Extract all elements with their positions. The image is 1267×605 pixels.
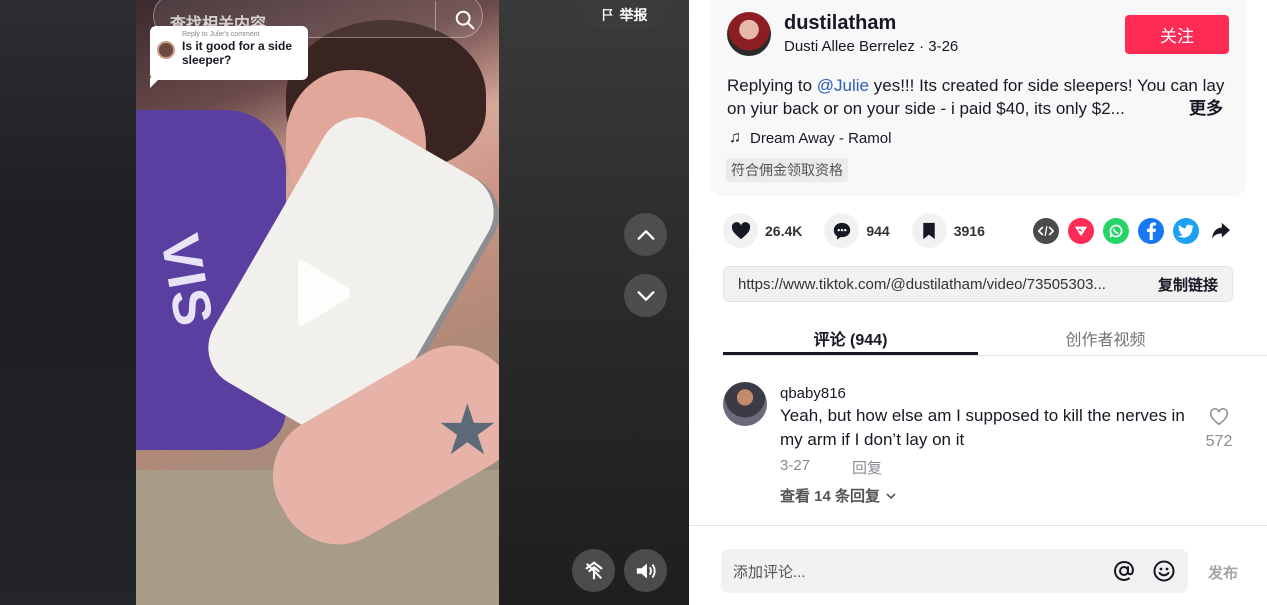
- report-label: 举报: [619, 7, 648, 23]
- tab-comments[interactable]: 评论 (944): [723, 318, 978, 355]
- more-button[interactable]: 更多: [1183, 97, 1223, 120]
- avatar[interactable]: [727, 12, 771, 56]
- commission-tag: 符合佣金领取资格: [726, 158, 848, 182]
- post-date: 3-26: [928, 38, 959, 55]
- play-icon[interactable]: [292, 258, 352, 328]
- pip-icon: [585, 560, 602, 579]
- tab-creator-videos[interactable]: 创作者视频: [978, 318, 1233, 355]
- comment-button[interactable]: 944: [824, 213, 890, 248]
- subline-separator: ·: [914, 38, 929, 55]
- like-count: 26.4K: [765, 222, 803, 239]
- reply-text: Is it good for a side sleeper?: [182, 39, 293, 67]
- search-divider: [435, 1, 436, 31]
- post-button[interactable]: 发布: [1208, 562, 1238, 583]
- author-username[interactable]: dustilatham: [784, 12, 896, 35]
- commenter-avatar[interactable]: [723, 382, 767, 426]
- star-tattoo: ★: [436, 391, 499, 469]
- share-arrow-icon[interactable]: [1208, 218, 1234, 244]
- floating-player-button[interactable]: [572, 549, 615, 592]
- video-player[interactable]: VIS ★ 查找相关内容 Reply to Julie's comment Is…: [0, 0, 689, 605]
- twitter-icon[interactable]: [1173, 218, 1199, 244]
- view-replies-button[interactable]: 查看 14 条回复: [780, 485, 897, 506]
- chevron-down-icon: [886, 492, 896, 499]
- report-button[interactable]: 举报: [581, 0, 667, 30]
- author-display-name: Dusti Allee Berrelez: [784, 38, 915, 55]
- previous-video-button[interactable]: [624, 213, 667, 256]
- comment-count: 944: [866, 222, 890, 239]
- commenter-username[interactable]: qbaby816: [780, 385, 846, 402]
- view-replies-label: 查看 14 条回复: [780, 488, 881, 505]
- comment-input[interactable]: 添加评论...: [721, 549, 1188, 593]
- save-button[interactable]: 3916: [911, 213, 985, 248]
- reply-button[interactable]: 回复: [852, 457, 882, 478]
- bookmark-icon: [911, 213, 947, 248]
- description-card: dustilatham Dusti Allee Berrelez · 3-26 …: [710, 0, 1246, 196]
- comment-date: 3-27: [780, 457, 811, 474]
- volume-icon: [636, 563, 656, 578]
- save-count: 3916: [953, 222, 985, 239]
- next-video-button[interactable]: [624, 274, 667, 317]
- music-link[interactable]: ♫ Dream Away - Ramol: [729, 129, 891, 147]
- reply-caption: Reply to Julie's comment: [182, 31, 260, 38]
- share-row: [1033, 218, 1234, 244]
- chevron-down-icon: [637, 290, 654, 301]
- stats-row: 26.4K 944 3916: [723, 213, 1007, 248]
- whatsapp-icon[interactable]: [1103, 218, 1129, 244]
- like-button[interactable]: 26.4K: [723, 213, 802, 248]
- comment-tabs: 评论 (944) 创作者视频: [723, 318, 1267, 356]
- comment-bubble-icon: [824, 213, 860, 248]
- author-subline: Dusti Allee Berrelez · 3-26: [784, 38, 958, 55]
- emoji-icon[interactable]: [1152, 559, 1176, 583]
- comment-like-button[interactable]: 572: [1199, 408, 1239, 451]
- flag-icon: [602, 8, 613, 22]
- share-link-box: https://www.tiktok.com/@dustilatham/vide…: [723, 266, 1233, 302]
- comment-meta: 3-27 回复: [780, 457, 882, 478]
- video-blur-background-left: [0, 0, 136, 605]
- video-link[interactable]: https://www.tiktok.com/@dustilatham/vide…: [738, 276, 1148, 293]
- mention-link[interactable]: @Julie: [817, 76, 869, 95]
- details-panel: dustilatham Dusti Allee Berrelez · 3-26 …: [689, 0, 1267, 605]
- comment-composer: 添加评论... 发布: [689, 525, 1267, 605]
- comment-placeholder: 添加评论...: [733, 563, 806, 581]
- copy-link-button[interactable]: 复制链接: [1158, 274, 1218, 295]
- send-to-friends-icon[interactable]: [1068, 218, 1094, 244]
- chevron-up-icon: [637, 229, 654, 240]
- video-caption: Replying to @Julie yes!!! Its created fo…: [727, 74, 1227, 120]
- volume-button[interactable]: [624, 549, 667, 592]
- embed-icon[interactable]: [1033, 218, 1059, 244]
- music-title: Dream Away - Ramol: [750, 129, 892, 147]
- heart-outline-icon: [1210, 408, 1228, 426]
- mention-icon[interactable]: [1112, 559, 1136, 583]
- comment-like-count: 572: [1205, 433, 1233, 450]
- search-icon[interactable]: [448, 1, 482, 31]
- reply-comment-sticker: Reply to Julie's comment Is it good for …: [150, 26, 308, 88]
- reply-avatar: [157, 41, 175, 59]
- comment-text: Yeah, but how else am I supposed to kill…: [780, 406, 1185, 449]
- caption-prefix: Replying to: [727, 76, 817, 95]
- follow-button[interactable]: 关注: [1125, 15, 1229, 54]
- facebook-icon[interactable]: [1138, 218, 1164, 244]
- heart-icon: [723, 213, 758, 248]
- music-note-icon: ♫: [729, 129, 741, 146]
